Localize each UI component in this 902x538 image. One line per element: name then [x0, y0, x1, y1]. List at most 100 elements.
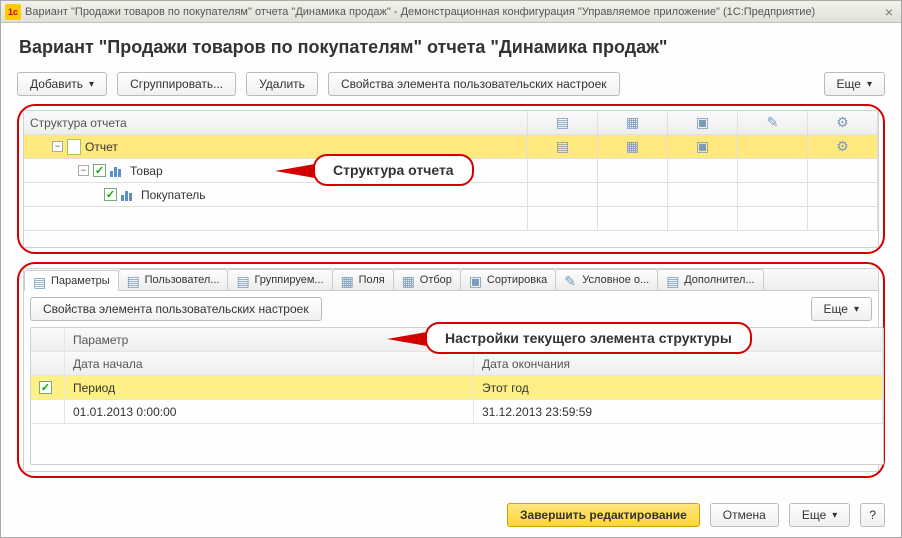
finish-editing-button[interactable]: Завершить редактирование [507, 503, 700, 527]
tab-sort[interactable]: ▣ Сортировка [460, 269, 556, 290]
additional-icon: ▤ [666, 273, 680, 287]
tab-label: Отбор [420, 274, 452, 286]
param-value: Этот год [474, 376, 883, 399]
close-icon[interactable]: × [881, 4, 897, 20]
content: Вариант "Продажи товаров по покупателям"… [1, 23, 901, 497]
callout-label: Настройки текущего элемента структуры [445, 330, 732, 346]
tab-groupable[interactable]: ▤ Группируем... [227, 269, 332, 290]
more-button-label: Еще [824, 302, 848, 316]
sort-icon: ▣ [469, 273, 483, 287]
help-button[interactable]: ? [860, 503, 885, 527]
col-icon-2[interactable]: ▦ [598, 111, 668, 134]
filter-icon: ▦ [402, 273, 416, 287]
settings-highlight: ▤ Параметры ▤ Пользовател... ▤ Группируем..… [17, 262, 885, 478]
tree-row-label: Отчет [85, 140, 118, 154]
book-icon: ▣ [696, 138, 709, 155]
checkbox-checked-icon[interactable]: ✓ [39, 381, 52, 394]
callout-arrow [387, 332, 427, 346]
structure-tree-header: Структура отчета ▤ ▦ ▣ ✎ ⚙ [24, 111, 878, 135]
list-icon: ▤ [33, 274, 47, 288]
page-title: Вариант "Продажи товаров по покупателям"… [19, 37, 885, 58]
tab-label: Дополнител... [684, 274, 754, 286]
tab-label: Группируем... [254, 274, 323, 286]
gear-icon: ⚙ [836, 114, 849, 131]
param-row-dates[interactable]: 01.01.2013 0:00:00 31.12.2013 23:59:59 [31, 400, 883, 424]
tab-user[interactable]: ▤ Пользовател... [118, 269, 229, 290]
tab-parameters[interactable]: ▤ Параметры [24, 270, 119, 291]
gear-icon: ⚙ [836, 138, 849, 155]
col-end-date: Дата окончания [474, 352, 883, 375]
col-icon-1[interactable]: ▤ [528, 111, 598, 134]
edit-icon: ✎ [767, 114, 779, 131]
tree-row-customer[interactable]: ✓ Покупатель [24, 183, 878, 207]
settings-panel: ▤ Параметры ▤ Пользовател... ▤ Группируем..… [23, 268, 879, 472]
group-icon: ▤ [236, 273, 250, 287]
expand-toggle[interactable]: − [52, 141, 63, 152]
checkbox-checked-icon[interactable]: ✓ [104, 188, 117, 201]
settings-tabbar: ▤ Параметры ▤ Пользовател... ▤ Группируем..… [24, 269, 878, 291]
structure-header-label: Структура отчета [24, 111, 528, 134]
chevron-down-icon: ▾ [89, 79, 94, 90]
logo-1c-icon: 1c [5, 4, 21, 20]
list-icon: ▤ [556, 138, 569, 155]
fields-icon: ▦ [341, 273, 355, 287]
callout-structure: Структура отчета [313, 154, 474, 186]
delete-button[interactable]: Удалить [246, 72, 318, 96]
footer-toolbar: Завершить редактирование Отмена Еще ▾ ? [1, 497, 901, 537]
table-icon: ▦ [626, 138, 639, 155]
expand-toggle[interactable]: − [78, 165, 89, 176]
callout-settings: Настройки текущего элемента структуры [425, 322, 752, 354]
toolbar-main: Добавить ▾ Сгруппировать... Удалить Свой… [17, 72, 885, 96]
group-button[interactable]: Сгруппировать... [117, 72, 236, 96]
tab-label: Пользовател... [145, 274, 220, 286]
user-settings-properties-button-2[interactable]: Свойства элемента пользовательских настр… [30, 297, 322, 321]
app-window: 1c Вариант "Продажи товаров по покупател… [0, 0, 902, 538]
user-settings-properties-button[interactable]: Свойства элемента пользовательских настр… [328, 72, 620, 96]
callout-label: Структура отчета [333, 162, 454, 178]
structure-highlight: Структура отчета ▤ ▦ ▣ ✎ ⚙ − Отчет ▤ ▦ ▣ [17, 104, 885, 254]
col-start-date: Дата начала [65, 352, 474, 375]
table-icon: ▦ [626, 114, 639, 131]
group-icon [110, 165, 126, 177]
params-header-row-2: Дата начала Дата окончания [31, 352, 883, 376]
callout-arrow [275, 164, 315, 178]
col-icon-5[interactable]: ⚙ [808, 111, 878, 134]
col-icon-3[interactable]: ▣ [668, 111, 738, 134]
params-table: Параметр Дата начала Дата окончания ✓ Пе… [30, 327, 884, 465]
tab-label: Поля [359, 274, 385, 286]
more-button-label: Еще [802, 508, 826, 522]
chevron-down-icon: ▾ [854, 304, 859, 315]
param-name: Период [65, 376, 474, 399]
titlebar: 1c Вариант "Продажи товаров по покупател… [1, 1, 901, 23]
param-row-period[interactable]: ✓ Период Этот год [31, 376, 883, 400]
tab-filter[interactable]: ▦ Отбор [393, 269, 461, 290]
tab-conditional[interactable]: ✎ Условное о... [555, 269, 658, 290]
chevron-down-icon: ▾ [832, 510, 837, 521]
cancel-button[interactable]: Отмена [710, 503, 779, 527]
more-button[interactable]: Еще ▾ [824, 72, 885, 96]
checkbox-checked-icon[interactable]: ✓ [93, 164, 106, 177]
more-button-footer[interactable]: Еще ▾ [789, 503, 850, 527]
list-icon: ▤ [556, 114, 569, 131]
tab-additional[interactable]: ▤ Дополнител... [657, 269, 763, 290]
tree-row-label: Покупатель [141, 188, 205, 202]
chevron-down-icon: ▾ [867, 79, 872, 90]
user-icon: ▤ [127, 273, 141, 287]
tab-fields[interactable]: ▦ Поля [332, 269, 394, 290]
add-button-label: Добавить [30, 77, 83, 91]
more-button-2[interactable]: Еще ▾ [811, 297, 872, 321]
tab-label: Сортировка [487, 274, 547, 286]
param-end-value: 31.12.2013 23:59:59 [474, 400, 883, 423]
more-button-label: Еще [837, 77, 861, 91]
document-icon [67, 139, 81, 155]
tab-label: Условное о... [582, 274, 649, 286]
tree-row-label: Товар [130, 164, 163, 178]
group-icon [121, 189, 137, 201]
conditional-icon: ✎ [564, 273, 578, 287]
tree-empty-row [24, 207, 878, 231]
tab-label: Параметры [51, 275, 110, 287]
book-icon: ▣ [696, 114, 709, 131]
window-title: Вариант "Продажи товаров по покупателям"… [25, 6, 815, 18]
col-icon-4[interactable]: ✎ [738, 111, 808, 134]
add-button[interactable]: Добавить ▾ [17, 72, 107, 96]
